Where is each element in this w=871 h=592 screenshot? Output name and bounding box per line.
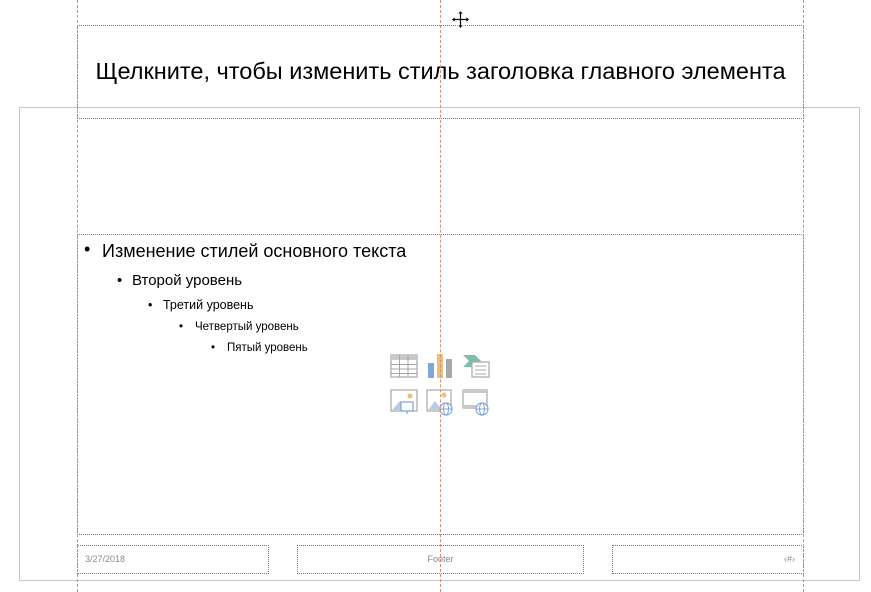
body-level-4-text: Четвертый уровень — [195, 321, 299, 333]
left-guide-line — [77, 0, 78, 592]
center-guide-line — [440, 0, 441, 592]
body-level-5: • Пятый уровень — [211, 342, 308, 354]
body-level-4: • Четвертый уровень — [179, 321, 299, 333]
bullet-icon: • — [84, 239, 91, 259]
bullet-icon: • — [148, 298, 153, 312]
move-cursor-icon — [451, 10, 470, 29]
slide-number-text: ‹#› — [784, 554, 795, 564]
body-level-2: • Второй уровень — [117, 272, 242, 289]
slide-number-placeholder[interactable]: ‹#› — [612, 545, 804, 574]
insert-picture-icon[interactable] — [389, 387, 419, 417]
insert-video-icon[interactable] — [461, 387, 491, 417]
bullet-icon: • — [117, 272, 123, 289]
body-level-5-text: Пятый уровень — [227, 342, 308, 354]
insert-smartart-icon[interactable] — [461, 351, 491, 381]
bullet-icon: • — [211, 342, 216, 354]
body-level-1-text: Изменение стилей основного текста — [102, 241, 407, 261]
date-text: 3/27/2018 — [85, 554, 126, 564]
right-guide-line — [803, 0, 804, 592]
date-placeholder[interactable]: 3/27/2018 — [77, 545, 269, 574]
body-level-1: • Изменение стилей основного текста — [84, 239, 407, 262]
body-level-3: • Третий уровень — [148, 298, 253, 312]
body-level-3-text: Третий уровень — [163, 298, 254, 312]
content-insert-icons — [389, 351, 493, 419]
insert-table-icon[interactable] — [389, 351, 419, 381]
bullet-icon: • — [179, 321, 184, 333]
body-level-2-text: Второй уровень — [132, 272, 243, 289]
